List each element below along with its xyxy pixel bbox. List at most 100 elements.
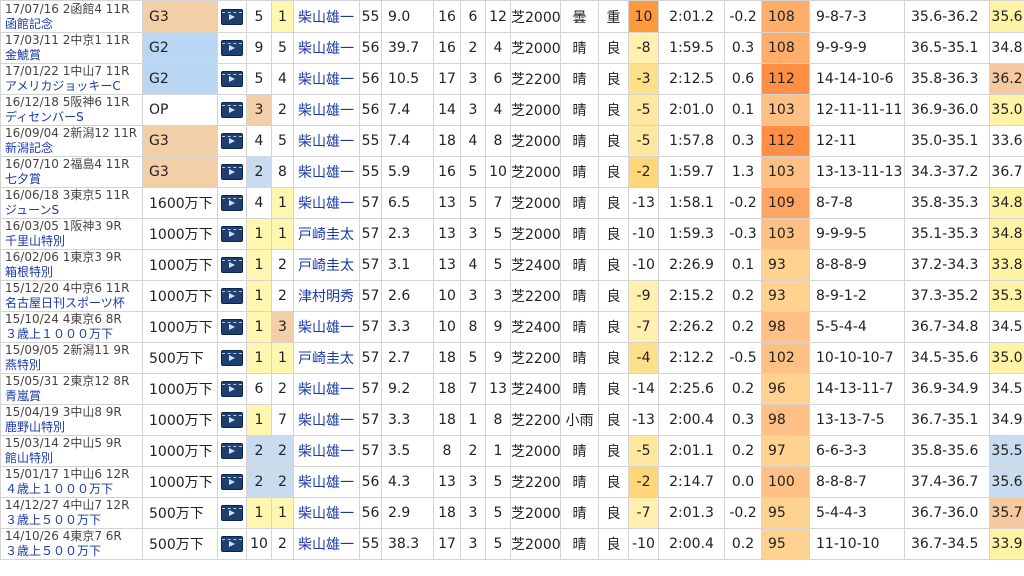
race-name-link[interactable]: 七夕賞 [5, 172, 142, 187]
race-cell[interactable]: 15/05/31 2東京12 8R 青嵐賞 [0, 373, 143, 405]
race-name-link[interactable]: 千里山特別 [5, 234, 142, 249]
video-icon[interactable] [221, 536, 243, 552]
video-icon[interactable] [221, 195, 243, 211]
race-cell[interactable]: 16/03/05 1阪神3 9R 千里山特別 [0, 218, 143, 250]
race-name-link[interactable]: 青嵐賞 [5, 389, 142, 404]
race-cell[interactable]: 16/09/04 2新潟12 11R 新潟記念 [0, 125, 143, 157]
video-cell[interactable] [217, 63, 247, 95]
race-name-link[interactable]: 燕特別 [5, 358, 142, 373]
jockey-link[interactable]: 柴山雄一 [293, 32, 360, 64]
jockey-link[interactable]: 柴山雄一 [293, 0, 360, 33]
jockey-link[interactable]: 津村明秀 [293, 280, 360, 312]
race-name-link[interactable]: ３歳上１０００万下 [5, 327, 142, 342]
race-cell[interactable]: 16/12/18 5阪神6 11R ディセンバーS [0, 94, 143, 126]
video-cell[interactable] [217, 435, 247, 467]
video-icon[interactable] [221, 133, 243, 149]
race-cell[interactable]: 16/06/18 3東京5 11R ジューンS [0, 187, 143, 219]
video-cell[interactable] [217, 373, 247, 405]
video-icon[interactable] [221, 102, 243, 118]
video-icon[interactable] [221, 412, 243, 428]
video-icon[interactable] [221, 40, 243, 56]
video-cell[interactable] [217, 342, 247, 374]
race-name-link[interactable]: 鹿野山特別 [5, 420, 142, 435]
passing-order: 13-13-11-13 [809, 156, 905, 188]
race-name-link[interactable]: 金鯱賞 [5, 48, 142, 63]
jockey-link[interactable]: 戸崎圭太 [293, 218, 360, 250]
video-cell[interactable] [217, 528, 247, 560]
video-icon[interactable] [221, 8, 243, 25]
race-name-link[interactable]: ４歳上１０００万下 [5, 482, 142, 497]
jockey-link[interactable]: 柴山雄一 [293, 435, 360, 467]
video-icon[interactable] [221, 443, 243, 459]
jockey-link[interactable]: 柴山雄一 [293, 466, 360, 498]
jockey-link[interactable]: 柴山雄一 [293, 528, 360, 560]
race-cell[interactable]: 16/07/10 2福島4 11R 七夕賞 [0, 156, 143, 188]
video-cell[interactable] [217, 466, 247, 498]
race-cell[interactable]: 15/09/05 2新潟11 9R 燕特別 [0, 342, 143, 374]
weight-carried: 55 [359, 528, 382, 560]
jockey-link[interactable]: 柴山雄一 [293, 156, 360, 188]
video-cell[interactable] [217, 32, 247, 64]
race-cell[interactable]: 17/01/22 1中山7 11R アメリカジョッキーC [0, 63, 143, 95]
race-cell[interactable]: 16/02/06 1東京3 9R 箱根特別 [0, 249, 143, 281]
race-name-link[interactable]: ３歳上５００万下 [5, 544, 142, 559]
race-name-link[interactable]: ３歳上５００万下 [5, 513, 142, 528]
jockey-link[interactable]: 柴山雄一 [293, 497, 360, 529]
race-cell[interactable]: 14/10/26 4東京7 6R ３歳上５００万下 [0, 528, 143, 560]
speed-index: 102 [761, 342, 810, 374]
field-size: 13 [433, 466, 461, 498]
video-cell[interactable] [217, 280, 247, 312]
race-name-link[interactable]: 名古屋日刊スポーツ杯 [5, 296, 142, 311]
video-icon[interactable] [221, 257, 243, 273]
video-cell[interactable] [217, 404, 247, 436]
race-name-link[interactable]: 箱根特別 [5, 265, 142, 280]
jockey-link[interactable]: 柴山雄一 [293, 311, 360, 343]
jockey-link[interactable]: 柴山雄一 [293, 373, 360, 405]
race-name-link[interactable]: ジューンS [5, 203, 142, 218]
jockey-link[interactable]: 柴山雄一 [293, 63, 360, 95]
pace: 36.7-36.0 [904, 497, 990, 529]
video-icon[interactable] [221, 381, 243, 397]
video-icon[interactable] [221, 350, 243, 366]
weather: 曇 [560, 0, 599, 33]
race-name-link[interactable]: 函館記念 [5, 17, 142, 32]
jockey-link[interactable]: 戸崎圭太 [293, 342, 360, 374]
video-icon[interactable] [221, 71, 243, 87]
jockey-link[interactable]: 柴山雄一 [293, 125, 360, 157]
race-cell[interactable]: 17/03/11 2中京1 11R 金鯱賞 [0, 32, 143, 64]
race-cell[interactable]: 17/07/16 2函館4 11R 函館記念 [0, 0, 143, 33]
video-cell[interactable] [217, 249, 247, 281]
race-cell[interactable]: 14/12/27 4中山7 12R ３歳上５００万下 [0, 497, 143, 529]
weight-carried: 55 [359, 156, 382, 188]
video-icon[interactable] [221, 164, 243, 180]
jockey-link[interactable]: 柴山雄一 [293, 404, 360, 436]
video-cell[interactable] [217, 125, 247, 157]
race-name-link[interactable]: 新潟記念 [5, 141, 142, 156]
race-cell[interactable]: 15/10/24 4東京6 8R ３歳上１０００万下 [0, 311, 143, 343]
video-cell[interactable] [217, 156, 247, 188]
video-icon[interactable] [221, 474, 243, 490]
finish-position: 1 [485, 435, 511, 467]
race-cell[interactable]: 15/12/20 4中京6 11R 名古屋日刊スポーツ杯 [0, 280, 143, 312]
race-cell[interactable]: 15/03/14 2中山5 9R 館山特別 [0, 435, 143, 467]
race-grade: 500万下 [142, 342, 218, 374]
race-cell[interactable]: 15/04/19 3中山8 9R 鹿野山特別 [0, 404, 143, 436]
race-cell[interactable]: 15/01/17 1中山6 12R ４歳上１０００万下 [0, 466, 143, 498]
video-icon[interactable] [221, 319, 243, 335]
video-cell[interactable] [217, 497, 247, 529]
video-cell[interactable] [217, 94, 247, 126]
race-time: 1:59.5 [658, 32, 725, 64]
jockey-link[interactable]: 柴山雄一 [293, 94, 360, 126]
race-name-link[interactable]: 館山特別 [5, 451, 142, 466]
video-cell[interactable] [217, 311, 247, 343]
race-name-link[interactable]: アメリカジョッキーC [5, 79, 142, 94]
video-cell[interactable] [217, 0, 247, 33]
video-icon[interactable] [221, 226, 243, 242]
race-name-link[interactable]: ディセンバーS [5, 110, 142, 125]
jockey-link[interactable]: 柴山雄一 [293, 187, 360, 219]
video-cell[interactable] [217, 218, 247, 250]
jockey-link[interactable]: 戸崎圭太 [293, 249, 360, 281]
video-icon[interactable] [221, 288, 243, 304]
video-cell[interactable] [217, 187, 247, 219]
video-icon[interactable] [221, 505, 243, 521]
